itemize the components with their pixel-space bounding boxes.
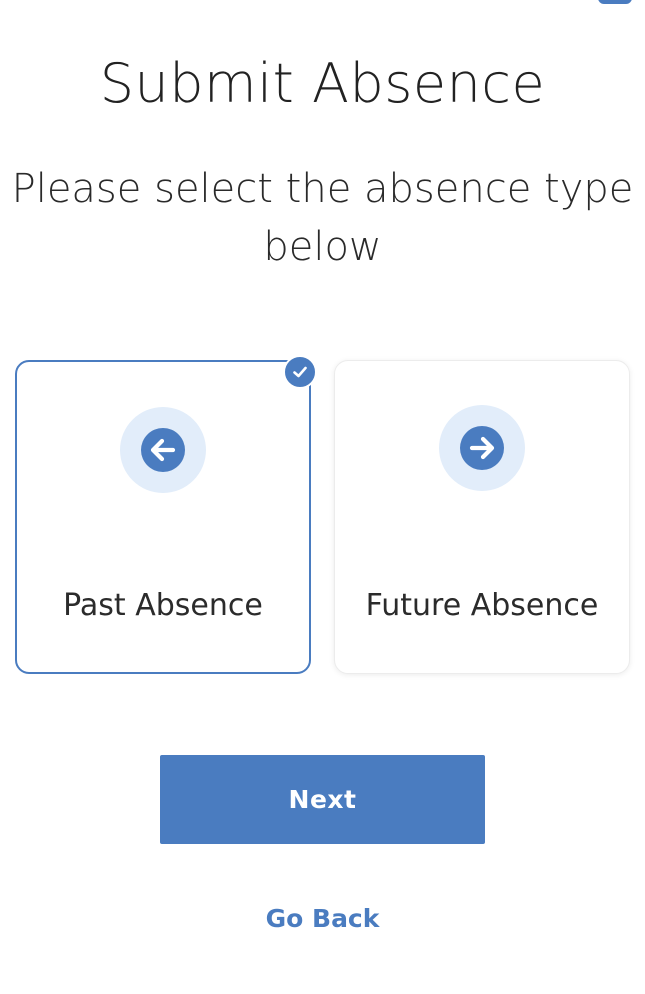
option-card-past-absence[interactable]: Past Absence	[15, 355, 317, 674]
option-label-past-absence: Past Absence	[63, 588, 263, 623]
page-title: Submit Absence	[99, 52, 546, 115]
checkmark-icon	[283, 355, 317, 389]
top-edge-tab	[598, 0, 632, 4]
option-label-future-absence: Future Absence	[365, 588, 599, 623]
arrow-left-circle-icon	[120, 407, 206, 493]
option-card-future-absence[interactable]: Future Absence	[334, 360, 630, 674]
go-back-link[interactable]: Go Back	[0, 904, 645, 933]
arrow-right-circle-icon	[439, 405, 525, 491]
next-button[interactable]: Next	[160, 755, 485, 844]
instruction-text: Please select the absence type below	[11, 166, 634, 270]
